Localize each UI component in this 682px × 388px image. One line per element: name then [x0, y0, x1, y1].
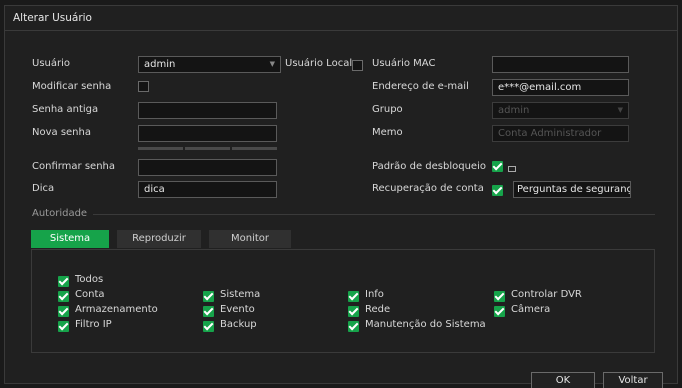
recovery-value: Perguntas de segurança	[517, 184, 631, 195]
email-label: Endereço de e-mail	[372, 81, 469, 92]
perm-label: Rede	[365, 304, 391, 315]
password-strength-bar-2	[185, 147, 230, 150]
perm-checkbox-armazenamento[interactable]	[58, 306, 69, 317]
perm-label: Backup	[220, 319, 257, 330]
perm-checkbox-rede[interactable]	[348, 306, 359, 317]
confirm-password-field[interactable]	[138, 159, 277, 176]
unlock-pattern-icon[interactable]	[508, 166, 516, 172]
chevron-down-icon: ▼	[269, 60, 275, 68]
old-password-field[interactable]	[138, 102, 277, 119]
memo-label: Memo	[372, 127, 403, 138]
hint-field[interactable]: dica	[138, 181, 277, 198]
user-label: Usuário	[32, 58, 71, 69]
perm-checkbox-conta[interactable]	[58, 291, 69, 302]
mac-label: Usuário MAC	[372, 58, 436, 69]
perm-label: Evento	[220, 304, 255, 315]
modify-password-checkbox[interactable]	[138, 81, 149, 92]
section-divider	[93, 214, 655, 215]
group-label: Grupo	[372, 104, 403, 115]
group-select-value: admin	[498, 105, 530, 116]
memo-field: Conta Administrador	[492, 125, 629, 142]
memo-value: Conta Administrador	[498, 128, 602, 139]
back-button[interactable]: Voltar	[603, 372, 663, 388]
perm-checkbox-evento[interactable]	[203, 306, 214, 317]
user-select-value: admin	[144, 59, 176, 70]
tab-monitor[interactable]: Monitor	[209, 230, 291, 248]
group-select: admin ▼	[492, 102, 629, 119]
change-user-dialog: Alterar Usuário Usuário admin ▼ Usuário …	[4, 5, 678, 388]
perm-checkbox-sistema[interactable]	[203, 291, 214, 302]
perm-checkbox-controlar-dvr[interactable]	[494, 291, 505, 302]
perm-checkbox-backup[interactable]	[203, 321, 214, 332]
old-password-label: Senha antiga	[32, 104, 99, 115]
recovery-label: Recuperação de conta	[372, 183, 484, 194]
recovery-select[interactable]: Perguntas de segurança	[513, 181, 631, 198]
perm-label: Filtro IP	[75, 319, 112, 330]
email-value: e***@email.com	[498, 82, 582, 93]
new-password-label: Nova senha	[32, 127, 91, 138]
dialog-title: Alterar Usuário	[5, 6, 677, 31]
select-all-checkbox[interactable]	[58, 276, 69, 287]
ok-button[interactable]: OK	[531, 372, 595, 388]
perm-label: Conta	[75, 289, 105, 300]
perm-checkbox-filtro-ip[interactable]	[58, 321, 69, 332]
modify-password-label: Modificar senha	[32, 81, 112, 92]
perm-label: Manutenção do Sistema	[365, 319, 486, 330]
password-strength-bar-3	[232, 147, 277, 150]
permissions-panel	[31, 249, 655, 353]
perm-label: Sistema	[220, 289, 261, 300]
perm-checkbox-info[interactable]	[348, 291, 359, 302]
perm-checkbox-camera[interactable]	[494, 306, 505, 317]
tab-sistema[interactable]: Sistema	[31, 230, 109, 248]
perm-checkbox-manutencao[interactable]	[348, 321, 359, 332]
authority-section-label: Autoridade	[32, 208, 88, 219]
recovery-checkbox[interactable]	[492, 185, 503, 196]
mac-field[interactable]	[492, 56, 629, 73]
perm-label: Armazenamento	[75, 304, 158, 315]
unlock-pattern-checkbox[interactable]	[492, 161, 503, 172]
email-field[interactable]: e***@email.com	[492, 79, 629, 96]
local-user-label: Usuário Local	[285, 58, 353, 69]
perm-label: Info	[365, 289, 384, 300]
select-all-label: Todos	[75, 274, 104, 285]
perm-label: Controlar DVR	[511, 289, 582, 300]
new-password-field[interactable]	[138, 125, 277, 142]
perm-label: Câmera	[511, 304, 551, 315]
tab-reproduzir[interactable]: Reproduzir	[117, 230, 201, 248]
unlock-pattern-label: Padrão de desbloqueio	[372, 161, 486, 172]
chevron-down-icon: ▼	[617, 106, 623, 114]
hint-label: Dica	[32, 183, 55, 194]
hint-value: dica	[144, 184, 165, 195]
user-select[interactable]: admin ▼	[138, 56, 281, 73]
confirm-password-label: Confirmar senha	[32, 161, 115, 172]
local-user-checkbox[interactable]	[352, 60, 363, 71]
password-strength-bar-1	[138, 147, 183, 150]
